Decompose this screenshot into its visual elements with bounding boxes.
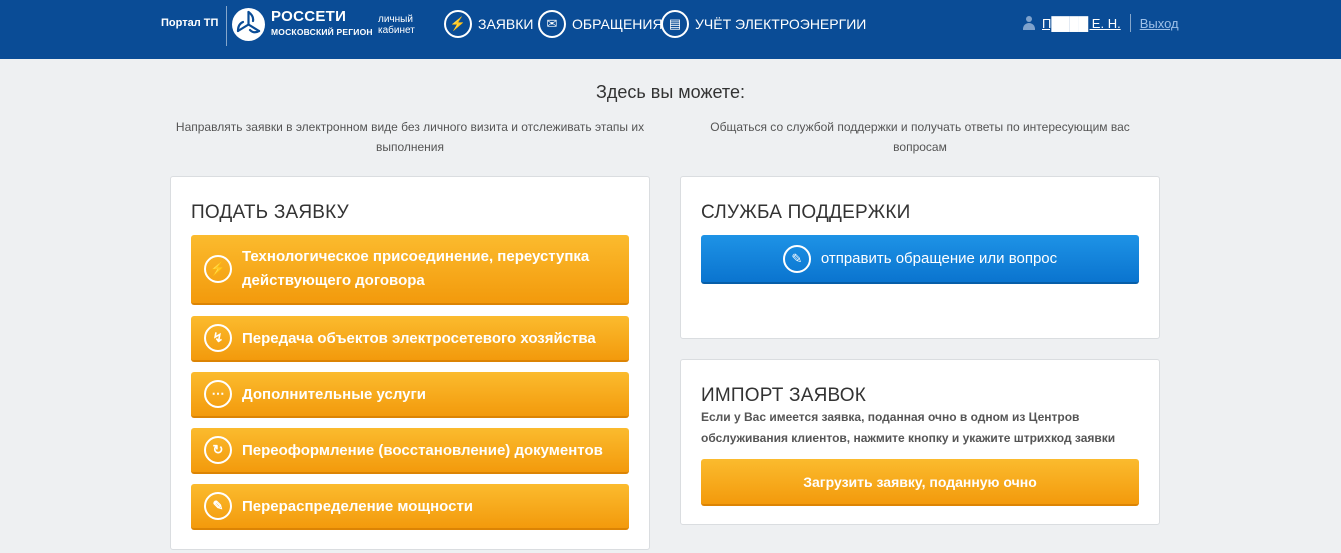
button-label: Перераспределение мощности: [242, 497, 474, 515]
portal-label[interactable]: Портал ТП: [161, 17, 218, 29]
rosseti-logo-icon[interactable]: [232, 8, 265, 41]
nav-obrashcheniya[interactable]: ✉ ОБРАЩЕНИЯ: [538, 10, 663, 38]
reissue-documents-button[interactable]: ↻ Переоформление (восстановление) докуме…: [191, 428, 629, 474]
refresh-icon: ↻: [204, 436, 232, 464]
support-panel: СЛУЖБА ПОДДЕРЖКИ ✎ отправить обращение и…: [680, 176, 1160, 339]
lightning-icon: ⚡: [204, 255, 232, 283]
button-label: отправить обращение или вопрос: [820, 250, 1058, 267]
logout-link[interactable]: Выход: [1140, 16, 1179, 31]
brand-region: МОСКОВСКИЙ РЕГИОН: [271, 27, 373, 37]
dots-icon: ⋯: [204, 380, 232, 408]
button-label: Загрузить заявку, поданную очно: [803, 473, 1037, 490]
submit-title: ПОДАТЬ ЗАЯВКУ: [191, 202, 349, 223]
tech-connection-button[interactable]: ⚡ Технологическое присоединение, переуст…: [191, 235, 629, 305]
intro-left-text: Направлять заявки в электронном виде без…: [175, 120, 645, 154]
top-header: Портал ТП РОССЕТИ МОСКОВСКИЙ РЕГИОН личн…: [0, 0, 1341, 59]
nav-zayavki[interactable]: ⚡ ЗАЯВКИ: [444, 10, 533, 38]
user-separator: [1129, 14, 1131, 32]
nav-label: ОБРАЩЕНИЯ: [572, 16, 663, 32]
redistribute-icon: ✎: [204, 492, 232, 520]
submit-panel: ПОДАТЬ ЗАЯВКУ ⚡ Технологическое присоеди…: [170, 176, 650, 550]
pencil-icon: ✎: [782, 244, 811, 273]
intro-right-text: Общаться со службой поддержки и получать…: [710, 120, 1130, 154]
redistribute-power-button[interactable]: ✎ Перераспределение мощности: [191, 484, 629, 530]
button-label: Дополнительные услуги: [242, 385, 426, 403]
additional-services-button[interactable]: ⋯ Дополнительные услуги: [191, 372, 629, 418]
meter-icon: ▤: [661, 10, 689, 38]
envelope-icon: ✉: [538, 10, 566, 38]
lightning-icon: ⚡: [444, 10, 472, 38]
transfer-objects-button[interactable]: ↯ Передача объектов электросетевого хозя…: [191, 316, 629, 362]
user-icon: [1022, 16, 1036, 30]
import-description: Если у Вас имеется заявка, поданная очно…: [701, 410, 1116, 445]
button-label: Технологическое присоединение, переуступ…: [242, 248, 590, 289]
page-headline: Здесь вы можете:: [596, 82, 745, 102]
upload-request-button[interactable]: Загрузить заявку, поданную очно: [701, 459, 1139, 506]
button-label: Передача объектов электросетевого хозяйс…: [242, 329, 596, 347]
user-name-link[interactable]: П████ Е. Н.: [1042, 16, 1121, 31]
logo-divider: [226, 6, 227, 46]
transfer-icon: ↯: [204, 324, 232, 352]
cabinet-label: личный кабинет: [378, 14, 415, 36]
send-request-button[interactable]: ✎ отправить обращение или вопрос: [701, 235, 1139, 284]
user-block: П████ Е. Н. Выход: [1022, 14, 1179, 32]
button-label: Переоформление (восстановление) документ…: [242, 441, 603, 459]
nav-uchet[interactable]: ▤ УЧЁТ ЭЛЕКТРОЭНЕРГИИ: [661, 10, 866, 38]
import-title: ИМПОРТ ЗАЯВОК: [701, 385, 866, 406]
nav-label: ЗАЯВКИ: [478, 16, 534, 32]
nav-label: УЧЁТ ЭЛЕКТРОЭНЕРГИИ: [695, 16, 867, 32]
import-panel: ИМПОРТ ЗАЯВОК Если у Вас имеется заявка,…: [680, 359, 1160, 525]
brand-name: РОССЕТИ: [271, 8, 347, 25]
support-title: СЛУЖБА ПОДДЕРЖКИ: [701, 202, 911, 223]
